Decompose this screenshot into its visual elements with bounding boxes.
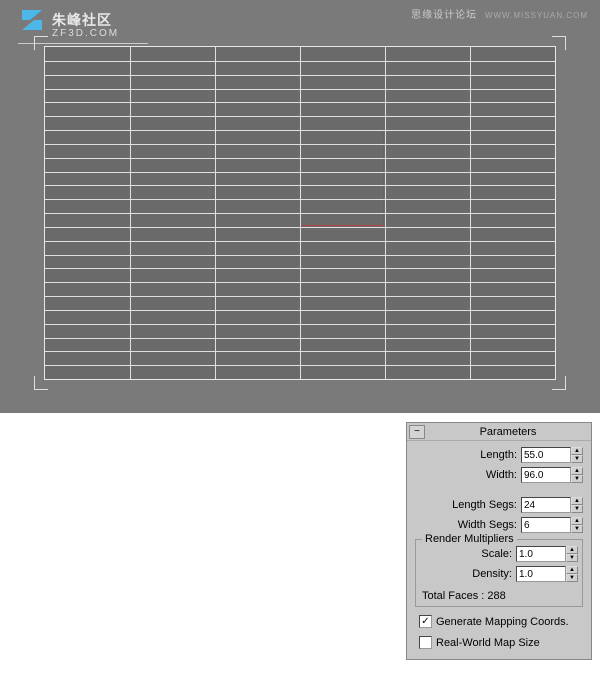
plane-object[interactable] [44, 46, 556, 380]
width-label: Width: [486, 469, 517, 481]
density-up[interactable]: ▲ [566, 566, 578, 574]
panel-header: − Parameters [407, 423, 591, 441]
watermark-url: WWW.MISSYUAN.COM [485, 11, 588, 20]
density-spinner[interactable]: ▲▼ [516, 566, 578, 582]
wsegs-input[interactable] [521, 517, 571, 533]
scale-down[interactable]: ▼ [566, 554, 578, 562]
width-spinner[interactable]: ▲▼ [521, 467, 583, 483]
logo-icon [18, 6, 46, 34]
watermark: 思缘设计论坛 WWW.MISSYUAN.COM [411, 6, 588, 21]
lsegs-up[interactable]: ▲ [571, 497, 583, 505]
multipliers-label: Render Multipliers [422, 533, 517, 545]
lsegs-label: Length Segs: [452, 499, 517, 511]
scale-input[interactable] [516, 546, 566, 562]
lsegs-input[interactable] [521, 497, 571, 513]
mapping-label: Generate Mapping Coords. [436, 616, 569, 628]
scale-label: Scale: [481, 548, 512, 560]
lsegs-down[interactable]: ▼ [571, 505, 583, 513]
panel-title: Parameters [425, 426, 591, 438]
length-input[interactable] [521, 447, 571, 463]
viewport: 朱峰社区 ZF3D.COM 思缘设计论坛 WWW.MISSYUAN.COM [0, 0, 600, 413]
length-down[interactable]: ▼ [571, 455, 583, 463]
render-multipliers-group: Render Multipliers Scale: ▲▼ Density: ▲▼… [415, 539, 583, 607]
mapping-checkbox[interactable]: ✓ [419, 615, 432, 628]
wsegs-up[interactable]: ▲ [571, 517, 583, 525]
logo-text: 朱峰社区 [52, 10, 112, 30]
density-label: Density: [472, 568, 512, 580]
density-down[interactable]: ▼ [566, 574, 578, 582]
plane-grid[interactable] [44, 46, 556, 380]
length-spinner[interactable]: ▲▼ [521, 447, 583, 463]
lsegs-spinner[interactable]: ▲▼ [521, 497, 583, 513]
length-up[interactable]: ▲ [571, 447, 583, 455]
scale-up[interactable]: ▲ [566, 546, 578, 554]
realworld-checkbox[interactable] [419, 636, 432, 649]
watermark-text: 思缘设计论坛 [411, 10, 477, 21]
wsegs-spinner[interactable]: ▲▼ [521, 517, 583, 533]
collapse-button[interactable]: − [409, 425, 425, 439]
total-faces: Total Faces : 288 [420, 586, 578, 602]
density-input[interactable] [516, 566, 566, 582]
scale-spinner[interactable]: ▲▼ [516, 546, 578, 562]
wsegs-down[interactable]: ▼ [571, 525, 583, 533]
width-up[interactable]: ▲ [571, 467, 583, 475]
wsegs-label: Width Segs: [458, 519, 517, 531]
logo-subtitle: ZF3D.COM [52, 28, 119, 39]
parameters-panel: − Parameters Length: ▲▼ Width: ▲▼ Length… [406, 422, 592, 660]
length-label: Length: [480, 449, 517, 461]
width-down[interactable]: ▼ [571, 475, 583, 483]
width-input[interactable] [521, 467, 571, 483]
realworld-label: Real-World Map Size [436, 637, 540, 649]
